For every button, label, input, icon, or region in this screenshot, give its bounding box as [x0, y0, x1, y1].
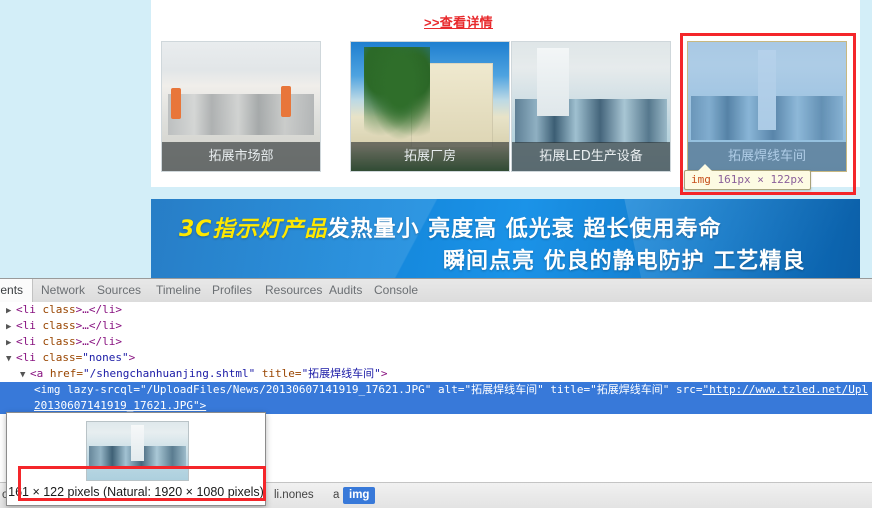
dom-attr-value: "nones": [82, 351, 129, 364]
dom-attr: class: [42, 335, 76, 348]
thumbnail-item[interactable]: 拓展LED生产设备: [511, 41, 671, 172]
tab-audits[interactable]: Audits: [320, 279, 371, 302]
tab-console[interactable]: Console: [365, 279, 427, 302]
devtools-highlight-tooltip: img 161px × 122px: [684, 163, 811, 190]
thumbnail-caption: 拓展LED生产设备: [512, 142, 670, 171]
dom-attr-value: "拓展焊线车间": [464, 383, 544, 396]
dom-punct: >: [128, 351, 136, 364]
preview-image: [87, 422, 188, 480]
product-description-text: 品。: [424, 0, 644, 2]
thumbnail-item-selected[interactable]: 拓展焊线车间: [687, 41, 847, 172]
dom-tree-row[interactable]: ▶ <li class>…</li>: [0, 318, 872, 334]
dom-tree-row-img-selected[interactable]: <img lazy-srcql="/UploadFiles/News/20130…: [0, 382, 872, 398]
dom-attr: href=: [49, 367, 83, 380]
dom-attr: lazy-srcql=: [67, 383, 140, 396]
dom-tree-row-li-nones[interactable]: ▼ <li class="nones">: [0, 350, 872, 366]
thumbnail-gallery: 拓展市场部 拓展厂房 拓展LED生产设备 拓展焊线车间: [161, 41, 851, 173]
breadcrumb-item-li-nones[interactable]: li.nones: [268, 487, 320, 504]
dom-tree-row[interactable]: ▶ <li class>…</li>: [0, 302, 872, 318]
dom-tag: <li: [16, 319, 36, 332]
dom-punct: >…</li>: [75, 303, 122, 316]
dom-attr-value-link-continued[interactable]: 20130607141919_17621.JPG">: [34, 399, 206, 412]
dom-attr: title=: [550, 383, 591, 396]
page-left-gutter: [0, 0, 151, 278]
dom-tag: <li: [16, 335, 36, 348]
triangle-down-icon[interactable]: ▼: [20, 367, 30, 383]
tab-profiles[interactable]: Profiles: [203, 279, 261, 302]
tab-elements[interactable]: Elements: [0, 279, 34, 302]
triangle-down-icon[interactable]: ▼: [6, 351, 16, 367]
thumbnail-caption: 拓展市场部: [162, 142, 320, 171]
dom-attr-value: "/UploadFiles/News/20130607141919_17621.…: [139, 383, 432, 396]
dom-tag: <a: [30, 367, 44, 380]
image-preview-dimensions: 161 × 122 pixels (Natural: 1920 × 1080 p…: [8, 485, 264, 499]
thumbnail-item[interactable]: 拓展厂房: [350, 41, 510, 172]
promo-line-1-text: 发热量小 亮度高 低光衰 超长使用寿命: [327, 217, 722, 242]
dom-punct: >: [380, 367, 388, 380]
dom-attr: title=: [261, 367, 302, 380]
promo-accent-text: 3C指示灯产品: [179, 217, 328, 242]
dom-tree-row[interactable]: ▶ <li class>…</li>: [0, 334, 872, 350]
webpage-viewport: 品。 >>查看详情 拓展市场部 拓展厂房 拓展LED生产设备 拓展焊线车间 im…: [0, 0, 872, 278]
dom-attr: alt=: [438, 383, 465, 396]
dom-attr: class: [42, 303, 76, 316]
triangle-right-icon[interactable]: ▶: [6, 303, 16, 319]
dom-attr-value: "拓展焊线车间": [590, 383, 670, 396]
triangle-right-icon[interactable]: ▶: [6, 335, 16, 351]
highlight-tooltip-tag: img: [691, 173, 711, 186]
dom-tree-row-anchor[interactable]: ▼ <a href="/shengchanhuanjing.shtml" titl…: [0, 366, 872, 382]
promo-line-1: 3C指示灯产品发热量小 亮度高 低光衰 超长使用寿命: [179, 211, 721, 243]
thumbnail-caption: 拓展厂房: [351, 142, 509, 171]
dom-attr-value: "拓展焊线车间": [301, 367, 381, 380]
dom-attr-value: "/shengchanhuanjing.shtml": [83, 367, 256, 380]
dom-attr: class=: [42, 351, 83, 364]
triangle-right-icon[interactable]: ▶: [6, 319, 16, 335]
tab-timeline[interactable]: Timeline: [147, 279, 210, 302]
dom-tag: <li: [16, 303, 36, 316]
tab-network[interactable]: Network: [32, 279, 94, 302]
dom-attr: class: [42, 319, 76, 332]
devtools-tab-bar: Elements Network Sources Timeline Profil…: [0, 279, 872, 303]
dom-punct: >…</li>: [75, 319, 122, 332]
view-detail-link[interactable]: >>查看详情: [424, 12, 493, 31]
image-preview-thumbnail: [86, 421, 189, 481]
dom-tag: <li: [16, 351, 36, 364]
thumbnail-item[interactable]: 拓展市场部: [161, 41, 321, 172]
dom-punct: >…</li>: [75, 335, 122, 348]
promo-line-2: 瞬间点亮 优良的静电防护 工艺精良: [443, 249, 806, 274]
breadcrumb-item-img[interactable]: img: [343, 487, 376, 504]
promo-banner: 3C指示灯产品发热量小 亮度高 低光衰 超长使用寿命 瞬间点亮 优良的静电防护 …: [151, 199, 860, 278]
image-preview-popup: 161 × 122 pixels (Natural: 1920 × 1080 p…: [6, 412, 266, 506]
dom-attr: src=: [676, 383, 703, 396]
dom-attr-value-link[interactable]: "http://www.tzled.net/Upl: [703, 383, 869, 396]
tab-sources[interactable]: Sources: [88, 279, 150, 302]
dom-tag: <img: [34, 383, 61, 396]
page-right-gutter: [860, 0, 872, 278]
highlight-tooltip-dimensions: 161px × 122px: [717, 173, 804, 186]
